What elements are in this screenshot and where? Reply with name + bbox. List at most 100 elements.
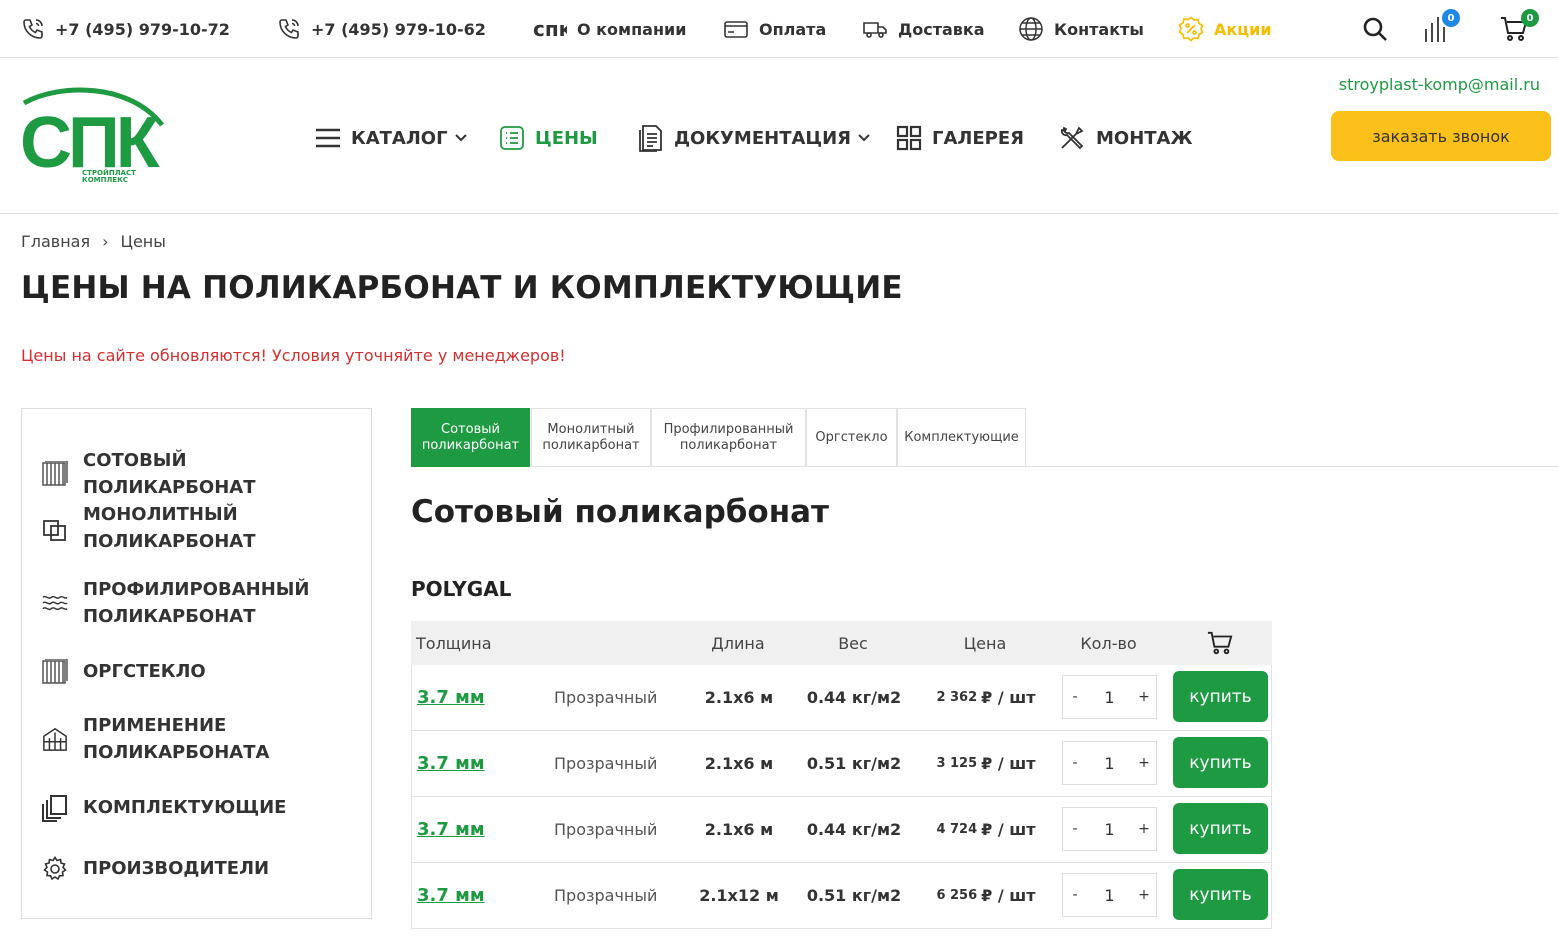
document-icon (639, 125, 662, 152)
tab-label-line: Комплектующие (904, 430, 1019, 445)
logo[interactable]: СПК СТРОЙПЛАСТ КОМПЛЕКС (20, 87, 165, 191)
phone-number-2: +7 (495) 979-10-62 (311, 19, 486, 39)
nav-catalog[interactable]: КАТАЛОГ (315, 121, 468, 155)
sidebar-item-monolithic[interactable]: МОНОЛИТНЫЙ ПОЛИКАРБОНАТ (42, 501, 323, 555)
qty-input[interactable]: 1 (1087, 874, 1132, 916)
header-cart (1172, 621, 1267, 665)
tab-monolithic[interactable]: Монолитный поликарбонат (531, 408, 651, 467)
sidebar-item-label: ПРИМЕНЕНИЕ ПОЛИКАРБОНАТА (83, 715, 270, 763)
price-value: 3 125 (936, 756, 978, 771)
price-cell: 6 256 ₽ / шт (912, 863, 1060, 928)
phone-link-1[interactable]: +7 (495) 979-10-72 (21, 0, 230, 58)
tab-label-line: поликарбонат (679, 438, 778, 453)
header-weight: Вес (838, 633, 868, 653)
sidebar-item-accessories[interactable]: КОМПЛЕКТУЮЩИЕ (42, 794, 323, 822)
price-value: 2 362 (936, 690, 978, 705)
qty-minus-button[interactable]: - (1063, 742, 1087, 784)
nav-prices-label: ЦЕНЫ (535, 127, 598, 149)
color-cell: Прозрачный (554, 820, 658, 839)
sidebar-item-label: ПРОФИЛИРОВАННЫЙ ПОЛИКАРБОНАТ (83, 579, 310, 627)
buy-button[interactable]: купить (1173, 869, 1268, 920)
length-cell: 2.1х6 м (704, 688, 774, 707)
qty-minus-button[interactable]: - (1063, 808, 1087, 850)
top-link-contacts[interactable]: Контакты (1018, 0, 1144, 58)
nav-documentation-label: ДОКУМЕНТАЦИЯ (674, 127, 852, 149)
qty-plus-button[interactable]: + (1132, 874, 1156, 916)
qty-input[interactable]: 1 (1087, 742, 1132, 784)
qty-plus-button[interactable]: + (1132, 808, 1156, 850)
top-link-delivery[interactable]: Доставка (862, 0, 985, 58)
nav-gallery-label: ГАЛЕРЕЯ (932, 127, 1024, 149)
length-cell: 2.1х6 м (704, 754, 774, 773)
greenhouse-icon (42, 726, 68, 752)
panel-icon (42, 658, 68, 685)
nav-prices[interactable]: ЦЕНЫ (499, 121, 598, 155)
top-link-promo[interactable]: Акции (1178, 0, 1272, 58)
quantity-stepper: -1 + (1062, 741, 1157, 785)
quantity-stepper: -1 + (1062, 675, 1157, 719)
qty-plus-button[interactable]: + (1132, 742, 1156, 784)
top-link-payment[interactable]: Оплата (723, 0, 826, 58)
tab-cellular[interactable]: Сотовый поликарбонат (411, 408, 530, 467)
nav-catalog-label: КАТАЛОГ (351, 127, 448, 149)
tab-acrylic[interactable]: Оргстекло (806, 408, 897, 467)
svg-text:спк: спк (533, 17, 567, 41)
main-header: СПК СТРОЙПЛАСТ КОМПЛЕКС КАТАЛОГ ЦЕНЫ ДОК… (0, 59, 1558, 214)
sidebar-item-application[interactable]: ПРИМЕНЕНИЕ ПОЛИКАРБОНАТА (42, 712, 323, 766)
thickness-link[interactable]: 3.7 мм (417, 863, 485, 928)
price-unit: ₽ / шт (981, 820, 1036, 839)
top-link-about[interactable]: спк О компании (533, 0, 686, 58)
length-cell: 2.1х6 м (704, 820, 774, 839)
top-link-delivery-label: Доставка (898, 19, 985, 39)
sidebar-item-acrylic[interactable]: ОРГСТЕКЛО (42, 658, 323, 685)
tab-label-line: поликарбонат (421, 438, 520, 453)
qty-input[interactable]: 1 (1087, 808, 1132, 850)
top-link-contacts-label: Контакты (1054, 19, 1144, 39)
thickness-link[interactable]: 3.7 мм (417, 797, 485, 862)
price-table-header: Толщина Длина Вес Цена Кол-во (411, 621, 1272, 665)
color-cell: Прозрачный (554, 688, 658, 707)
tab-profiled[interactable]: Профилированный поликарбонат (651, 408, 806, 467)
sidebar-item-label: КОМПЛЕКТУЮЩИЕ (83, 797, 287, 818)
weight-cell: 0.44 кг/м2 (806, 820, 902, 839)
tab-label-line: Оргстекло (815, 430, 888, 445)
percent-badge-icon (1178, 16, 1204, 42)
globe-icon (1019, 17, 1043, 41)
phone-number-1: +7 (495) 979-10-72 (55, 19, 230, 39)
nav-documentation[interactable]: ДОКУМЕНТАЦИЯ (638, 121, 871, 155)
top-link-payment-label: Оплата (759, 19, 827, 39)
table-row: 3.7 мм Прозрачный 2.1х6 м 0.51 кг/м2 3 1… (411, 731, 1272, 797)
phone-link-2[interactable]: +7 (495) 979-10-62 (277, 0, 486, 58)
nav-gallery[interactable]: ГАЛЕРЕЯ (896, 121, 1024, 155)
compare-button[interactable]: 0 (1418, 9, 1460, 46)
search-icon (1363, 17, 1387, 41)
sidebar-item-manufacturers[interactable]: ПРОИЗВОДИТЕЛИ (42, 855, 323, 882)
thickness-link[interactable]: 3.7 мм (417, 665, 485, 730)
header-price: Цена (963, 633, 1007, 653)
qty-minus-button[interactable]: - (1063, 874, 1087, 916)
cart-button[interactable]: 0 (1497, 9, 1539, 46)
sidebar-item-cellular[interactable]: СОТОВЫЙ ПОЛИКАРБОНАТ (42, 447, 323, 501)
search-button[interactable] (1358, 12, 1392, 46)
chevron-down-icon (858, 134, 870, 142)
grid-icon (896, 125, 922, 151)
tab-label-line: Монолитный (547, 422, 635, 437)
tab-accessories[interactable]: Комплектующие (897, 408, 1026, 467)
qty-input[interactable]: 1 (1087, 676, 1132, 718)
header-length: Длина (711, 633, 765, 653)
tab-label-line: Профилированный (663, 422, 794, 437)
qty-minus-button[interactable]: - (1063, 676, 1087, 718)
thickness-link[interactable]: 3.7 мм (417, 731, 485, 796)
breadcrumb-home[interactable]: Главная (21, 232, 90, 251)
qty-plus-button[interactable]: + (1132, 676, 1156, 718)
email-link[interactable]: stroyplast-komp@mail.ru (1339, 75, 1540, 94)
buy-button[interactable]: купить (1173, 803, 1268, 854)
color-cell: Прозрачный (554, 886, 658, 905)
buy-button[interactable]: купить (1173, 671, 1268, 722)
nav-installation[interactable]: МОНТАЖ (1058, 121, 1193, 155)
weight-cell: 0.51 кг/м2 (806, 886, 902, 905)
sidebar-item-label: МОНОЛИТНЫЙ ПОЛИКАРБОНАТ (83, 504, 256, 552)
buy-button[interactable]: купить (1173, 737, 1268, 788)
callback-button[interactable]: заказать звонок (1331, 111, 1551, 161)
sidebar-item-profiled[interactable]: ПРОФИЛИРОВАННЫЙ ПОЛИКАРБОНАТ (42, 576, 323, 630)
